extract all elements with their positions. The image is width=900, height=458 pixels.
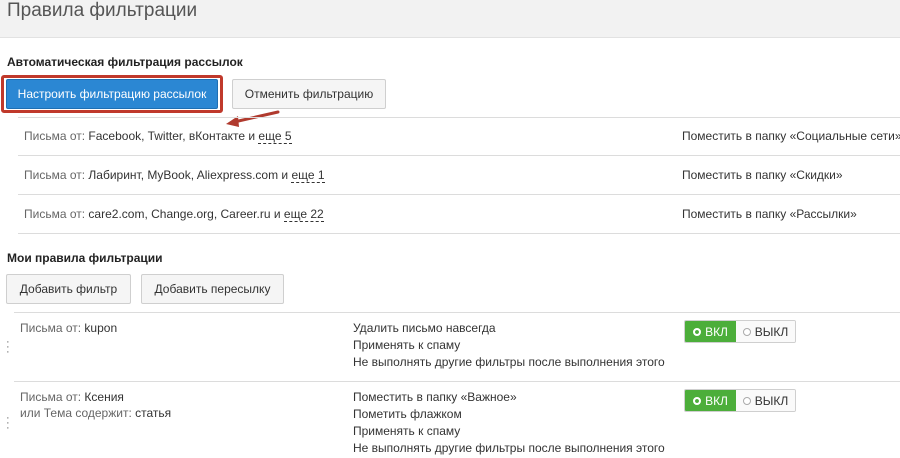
more-senders-link[interactable]: еще 1 — [291, 168, 325, 183]
more-senders-link[interactable]: еще 5 — [258, 129, 292, 144]
condition-value: kupon — [84, 321, 118, 335]
toggle-on-label: ВКЛ — [705, 393, 728, 408]
filter-rule-row: Письма от: Ксения или Тема содержит: ста… — [14, 382, 900, 458]
from-label: Письма от: — [24, 168, 86, 182]
radio-on-icon — [693, 396, 702, 405]
drag-handle-icon[interactable]: · · · — [6, 337, 10, 358]
rule-action: Поместить в папку «Важное» — [353, 390, 517, 404]
senders-list: Facebook, Twitter, вКонтакте и — [88, 129, 256, 143]
rule-action: Не выполнять другие фильтры после выполн… — [353, 355, 665, 369]
rule-toggle[interactable]: ВКЛ ВЫКЛ — [684, 320, 796, 343]
newsletter-rule-row: Письма от: Facebook, Twitter, вКонтакте … — [18, 117, 900, 155]
add-filter-button[interactable]: Добавить фильтр — [6, 274, 131, 304]
toggle-off-label: ВЫКЛ — [754, 324, 789, 339]
toggle-off[interactable]: ВЫКЛ — [736, 321, 795, 342]
rule-action: Применять к спаму — [353, 338, 461, 352]
toggle-on-label: ВКЛ — [705, 324, 728, 339]
my-filters-section-title: Мои правила фильтрации — [7, 251, 163, 265]
rule-toggle[interactable]: ВКЛ ВЫКЛ — [684, 389, 796, 412]
rule-action: Поместить в папку «Социальные сети» — [682, 129, 900, 143]
condition-value: статья — [135, 406, 172, 420]
radio-off-icon — [742, 327, 751, 336]
condition-value: Ксения — [84, 390, 124, 404]
more-senders-link[interactable]: еще 22 — [283, 207, 324, 222]
toggle-off-label: ВЫКЛ — [754, 393, 789, 408]
condition-label: Письма от: — [20, 390, 82, 404]
toggle-off[interactable]: ВЫКЛ — [736, 390, 795, 411]
rule-action: Не выполнять другие фильтры после выполн… — [353, 441, 665, 455]
from-label: Письма от: — [24, 129, 86, 143]
from-label: Письма от: — [24, 207, 86, 221]
page-header: Правила фильтрации — [0, 0, 900, 38]
cancel-filter-button[interactable]: Отменить фильтрацию — [232, 79, 386, 109]
divider — [18, 233, 900, 234]
rule-action: Поместить в папку «Рассылки» — [682, 207, 857, 221]
drag-handle-icon[interactable]: · · · — [6, 413, 10, 434]
radio-off-icon — [742, 396, 751, 405]
add-forward-button[interactable]: Добавить пересылку — [141, 274, 284, 304]
senders-list: care2.com, Change.org, Career.ru и — [88, 207, 281, 221]
toggle-on[interactable]: ВКЛ — [685, 321, 736, 342]
rule-action: Применять к спаму — [353, 424, 461, 438]
rule-action: Удалить письмо навсегда — [353, 321, 496, 335]
toggle-on[interactable]: ВКЛ — [685, 390, 736, 411]
radio-on-icon — [693, 327, 702, 336]
rule-action: Поместить в папку «Скидки» — [682, 168, 843, 182]
newsletter-rule-row: Письма от: care2.com, Change.org, Career… — [18, 195, 898, 233]
condition-label: или Тема содержит: — [20, 406, 132, 420]
senders-list: Лабиринт, MyBook, Aliexpress.com и — [88, 168, 289, 182]
condition-label: Письма от: — [20, 321, 82, 335]
auto-filter-section-title: Автоматическая фильтрация рассылок — [7, 55, 243, 69]
configure-newsletter-filter-button[interactable]: Настроить фильтрацию рассылок — [6, 79, 218, 109]
page-title: Правила фильтрации — [7, 0, 198, 21]
rule-action: Пометить флажком — [353, 407, 462, 421]
filter-rule-row: Письма от: kupon Удалить письмо навсегда… — [14, 313, 900, 381]
newsletter-rule-row: Письма от: Лабиринт, MyBook, Aliexpress.… — [18, 156, 898, 194]
